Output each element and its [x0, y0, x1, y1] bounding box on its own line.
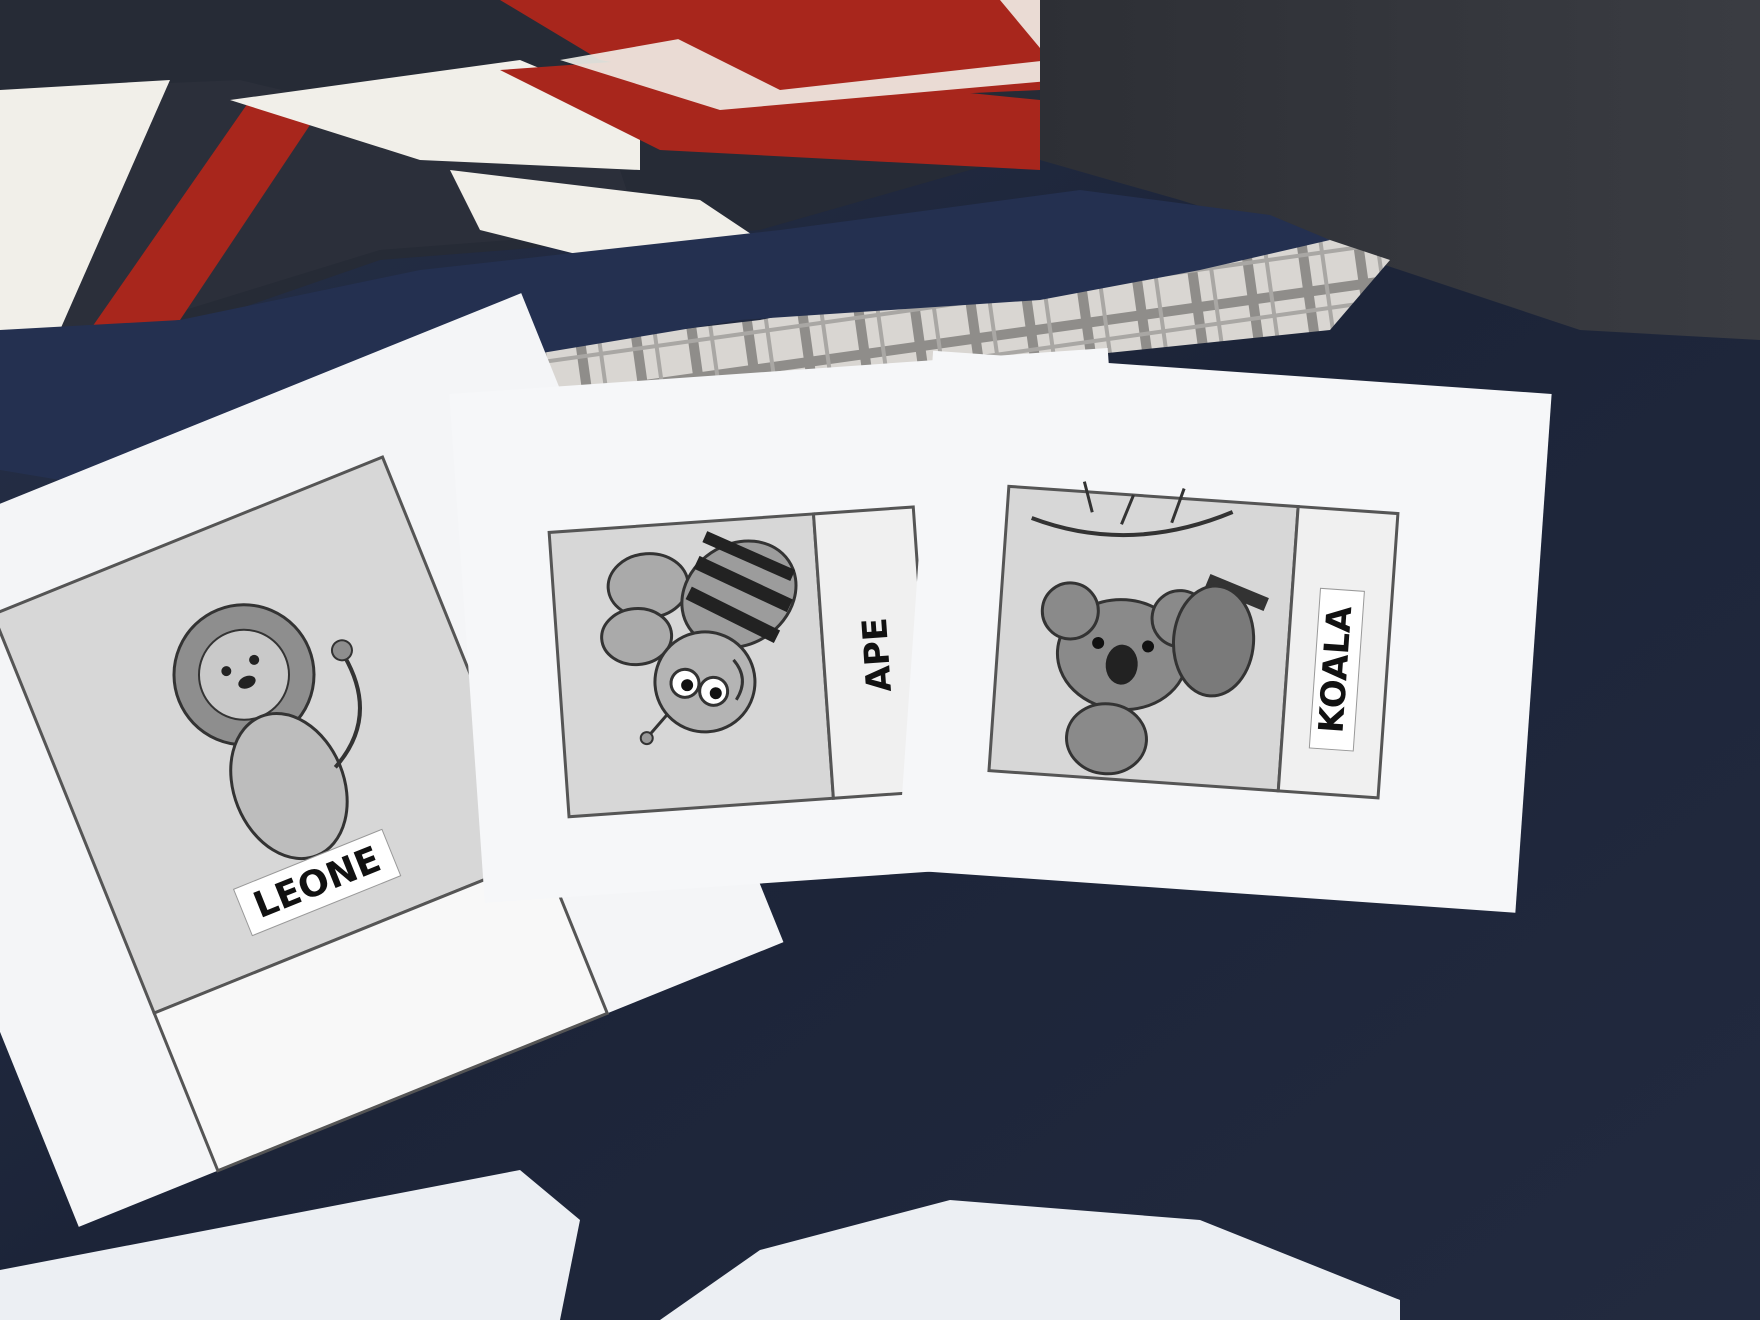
photo-canvas: LEONE APE KOALA: [0, 0, 1760, 1320]
photo-scene: LEONE APE KOALA: [0, 0, 1760, 1320]
card-koala: KOALA: [896, 350, 1552, 913]
card-bee-word: APE: [855, 616, 900, 693]
